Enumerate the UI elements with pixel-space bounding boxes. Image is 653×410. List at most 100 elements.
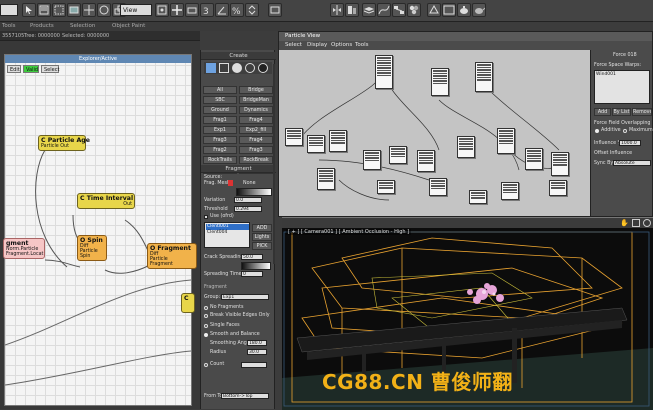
select-icon[interactable] [22, 3, 36, 17]
list-add-button[interactable]: ADD [252, 224, 272, 232]
create-button-bridge[interactable]: Bridge [239, 86, 273, 94]
panel-scrollbar[interactable] [273, 64, 275, 264]
event-node[interactable] [285, 128, 303, 146]
event-node[interactable] [363, 150, 381, 170]
frag-mesh-value[interactable]: None [243, 181, 256, 186]
select-region-icon[interactable] [52, 3, 66, 17]
create-button-all[interactable]: All [203, 86, 237, 94]
from-to-dropdown[interactable]: Bottom->Top [221, 393, 269, 399]
event-node[interactable] [389, 146, 407, 164]
count-field[interactable] [241, 362, 267, 368]
helper-icon[interactable] [258, 63, 268, 73]
event-node[interactable] [551, 152, 569, 176]
variation-field[interactable]: 0.0 [234, 197, 262, 203]
move-icon[interactable] [82, 3, 96, 17]
visible-edges-radio[interactable] [204, 314, 208, 318]
event-node[interactable] [549, 180, 567, 196]
create-button-exp2-fill[interactable]: Exp2_fill [239, 126, 273, 134]
object-list[interactable]: Clentl001 Clent004 [204, 222, 250, 248]
node-time-interval[interactable]: C Time Interval Out [77, 193, 135, 209]
viewport-label[interactable]: [ + ] [ Camera001 ] [ Ambient Occlusion … [286, 229, 412, 235]
rotate-icon[interactable] [97, 3, 111, 17]
event-node[interactable] [475, 62, 493, 92]
create-button-frag3-b[interactable]: Frag3 [239, 146, 273, 154]
create-button-rockbreak[interactable]: RockBreak [239, 156, 273, 164]
event-node[interactable] [377, 180, 395, 194]
event-node[interactable] [501, 182, 519, 200]
render-teapot-icon[interactable] [457, 3, 471, 17]
align-icon[interactable] [345, 3, 359, 17]
sync-by-dropdown[interactable]: Absolute [613, 160, 651, 166]
node-partial-right[interactable]: C [181, 293, 195, 313]
snap-icon[interactable]: 3 [200, 3, 214, 17]
event-node[interactable] [457, 136, 475, 158]
create-button-frag4[interactable]: Frag4 [239, 116, 273, 124]
selection-filter-dropdown[interactable] [0, 4, 18, 16]
pan-hand-icon[interactable]: ✋ [620, 219, 629, 227]
create-button-dynamics[interactable]: Dynamics [239, 106, 273, 114]
create-button-sbc[interactable]: SBC [203, 96, 237, 104]
create-button-rocktrails[interactable]: RockTrails [203, 156, 237, 164]
event-node[interactable] [429, 178, 447, 196]
maximum-radio[interactable] [623, 129, 627, 133]
smoothing-angle-field[interactable]: 180.0 [247, 340, 267, 346]
menu-options[interactable]: Options [331, 42, 352, 48]
event-node[interactable] [375, 55, 393, 89]
layer-manager-icon[interactable] [362, 3, 376, 17]
node-fragment-left[interactable]: gment Norm.Particle Fragment.Locat [3, 238, 45, 259]
force-remove-button[interactable]: Remove [632, 108, 652, 116]
light-icon[interactable] [232, 63, 242, 73]
orbit-icon[interactable] [643, 219, 651, 227]
create-button-frag1[interactable]: Frag1 [203, 116, 237, 124]
force-add-button[interactable]: Add [594, 108, 611, 116]
window-crossing-icon[interactable] [67, 3, 81, 17]
percent-snap-icon[interactable]: % [230, 3, 244, 17]
material-editor-icon[interactable] [407, 3, 421, 17]
node-particle-age[interactable]: C Particle Age Particle Out [38, 135, 90, 151]
camera-icon[interactable] [245, 63, 255, 73]
render-setup-icon[interactable] [427, 3, 441, 17]
maximize-viewport-icon[interactable] [632, 219, 640, 227]
event-node[interactable] [417, 150, 435, 172]
menu-select[interactable]: Select [285, 42, 302, 48]
no-fragments-radio[interactable] [204, 306, 208, 310]
tab-object-paint[interactable]: Object Paint [112, 23, 145, 29]
schematic-view-icon[interactable] [392, 3, 406, 17]
additive-radio[interactable] [595, 129, 599, 133]
count-radio[interactable] [204, 363, 208, 367]
activeshade-icon[interactable] [472, 3, 486, 17]
angle-snap-icon[interactable] [215, 3, 229, 17]
tab-selection[interactable]: Selection [70, 23, 95, 29]
force-bylist-button[interactable]: By List [612, 108, 631, 116]
camera-viewport[interactable]: ✋ [+] [Camera001] [Ambient Occlusio… [282, 217, 653, 410]
tab-tools[interactable]: Tools [2, 23, 16, 29]
menu-display[interactable]: Display [307, 42, 327, 48]
list-pick-button[interactable]: PICK [252, 242, 272, 250]
keyboard-shortcut-icon[interactable] [185, 3, 199, 17]
event-node[interactable] [525, 148, 543, 170]
render-frame-icon[interactable] [442, 3, 456, 17]
node-fragment[interactable]: O Fragment Diff Particle Fragment [147, 243, 197, 269]
use-ocl-checkbox[interactable] [204, 215, 208, 219]
frag-mesh-swatch[interactable] [228, 180, 233, 186]
create-button-frag4-b[interactable]: Frag4 [239, 136, 273, 144]
node-spin[interactable]: O Spin Diff Particle Spin [77, 235, 107, 261]
schematic-graph-window[interactable]: Explorer/Active Edit Valid Select C Part… [3, 54, 197, 406]
event-graph-canvas[interactable] [279, 50, 590, 216]
group-dropdown[interactable]: Exp1 [221, 294, 269, 300]
create-button-ground[interactable]: Ground [203, 106, 237, 114]
tab-products[interactable]: Products [30, 23, 54, 29]
single-faces-radio[interactable] [204, 324, 208, 328]
event-node[interactable] [469, 190, 487, 204]
curve-editor-icon[interactable] [377, 3, 391, 17]
event-node[interactable] [317, 168, 335, 190]
threshold-field[interactable]: 0.294 [234, 206, 262, 212]
list-item[interactable]: Clent004 [206, 230, 249, 236]
radius-field[interactable]: 30.0 [247, 349, 267, 355]
spreading-time-field[interactable]: 0 [241, 271, 263, 277]
create-button-frag3[interactable]: Frag3 [203, 136, 237, 144]
shapes-icon[interactable] [219, 63, 229, 73]
event-node[interactable] [329, 130, 347, 152]
create-button-frag2[interactable]: Frag2 [203, 146, 237, 154]
spinner-snap-icon[interactable] [245, 3, 259, 17]
